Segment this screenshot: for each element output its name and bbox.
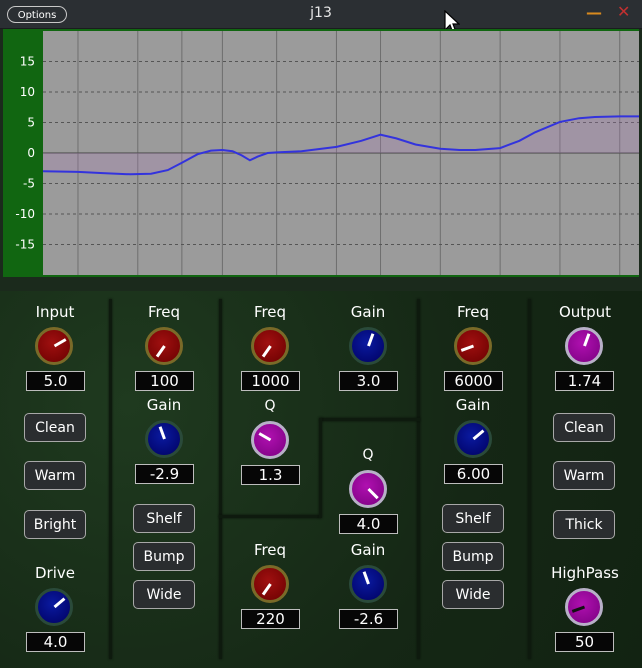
- low-gain-knob[interactable]: [145, 420, 183, 458]
- column-divider: [109, 299, 112, 659]
- clean-button[interactable]: Clean: [24, 413, 86, 442]
- notch-q-label: Q: [362, 447, 374, 463]
- eq-curve-chart[interactable]: 30601001603006001K2K4K8K16K151050-5-10-1…: [3, 29, 639, 277]
- output-clean-button[interactable]: Clean: [553, 413, 615, 442]
- output-knob[interactable]: [565, 327, 603, 365]
- column-divider: [417, 299, 420, 659]
- mid-freq-knob[interactable]: [251, 327, 289, 365]
- window-title: j13: [310, 5, 332, 21]
- high-gain-label: Gain: [455, 396, 491, 414]
- low-gain-value[interactable]: -2.9: [135, 464, 194, 484]
- column-divider: [528, 299, 531, 659]
- high-bump-button[interactable]: Bump: [442, 542, 504, 571]
- y-tick-label: 10: [20, 85, 35, 99]
- y-tick-label: -15: [15, 238, 35, 252]
- output-value[interactable]: 1.74: [555, 371, 614, 391]
- y-tick-label: 15: [20, 55, 35, 69]
- mid-freq-label: Freq: [253, 303, 287, 321]
- drive-label: Drive: [35, 564, 75, 582]
- notch-gain-value[interactable]: -2.6: [339, 609, 398, 629]
- close-icon[interactable]: ✕: [617, 2, 630, 21]
- section-divider: [219, 515, 320, 518]
- mid-q-label: Q: [264, 398, 276, 414]
- bright-button[interactable]: Bright: [24, 510, 86, 539]
- warm-button[interactable]: Warm: [24, 461, 86, 490]
- output-label: Output: [558, 303, 612, 321]
- input-knob[interactable]: [35, 327, 73, 365]
- highpass-knob[interactable]: [565, 588, 603, 626]
- mid-gain-value[interactable]: 3.0: [339, 371, 398, 391]
- mid-gain-label: Gain: [350, 303, 386, 321]
- thick-button[interactable]: Thick: [553, 510, 615, 539]
- notch-freq-label: Freq: [253, 541, 287, 559]
- low-gain-label: Gain: [146, 396, 182, 414]
- mid-freq-value[interactable]: 1000: [241, 371, 300, 391]
- column-divider: [219, 299, 222, 659]
- notch-gain-label: Gain: [350, 541, 386, 559]
- controls-panel: [0, 291, 642, 668]
- high-freq-knob[interactable]: [454, 327, 492, 365]
- low-wide-button[interactable]: Wide: [133, 580, 195, 609]
- drive-value[interactable]: 4.0: [26, 632, 85, 652]
- low-bump-button[interactable]: Bump: [133, 542, 195, 571]
- high-freq-value[interactable]: 6000: [444, 371, 503, 391]
- drive-knob[interactable]: [35, 588, 73, 626]
- notch-freq-value[interactable]: 220: [241, 609, 300, 629]
- mid-q-value[interactable]: 1.3: [241, 465, 300, 485]
- high-gain-value[interactable]: 6.00: [444, 464, 503, 484]
- input-value[interactable]: 5.0: [26, 371, 85, 391]
- notch-gain-knob[interactable]: [349, 565, 387, 603]
- y-tick-label: -5: [23, 177, 35, 191]
- input-label: Input: [35, 303, 75, 321]
- low-freq-knob[interactable]: [145, 327, 183, 365]
- y-tick-label: 0: [27, 146, 35, 160]
- minimize-icon[interactable]: —: [586, 3, 602, 22]
- high-shelf-button[interactable]: Shelf: [442, 504, 504, 533]
- notch-q-value[interactable]: 4.0: [339, 514, 398, 534]
- highpass-label: HighPass: [551, 564, 619, 582]
- y-tick-label: 5: [27, 116, 35, 130]
- mid-gain-knob[interactable]: [349, 327, 387, 365]
- notch-freq-knob[interactable]: [251, 565, 289, 603]
- high-wide-button[interactable]: Wide: [442, 580, 504, 609]
- low-freq-value[interactable]: 100: [135, 371, 194, 391]
- output-warm-button[interactable]: Warm: [553, 461, 615, 490]
- title-bar: Options j13 — ✕: [0, 0, 642, 34]
- high-gain-knob[interactable]: [454, 420, 492, 458]
- eq-frequency-graph[interactable]: 30601001603006001K2K4K8K16K151050-5-10-1…: [3, 29, 639, 277]
- low-shelf-button[interactable]: Shelf: [133, 504, 195, 533]
- high-freq-label: Freq: [456, 303, 490, 321]
- notch-q-knob[interactable]: [349, 470, 387, 508]
- mid-q-knob[interactable]: [251, 421, 289, 459]
- section-divider: [319, 418, 322, 518]
- section-divider: [320, 418, 420, 421]
- low-freq-label: Freq: [147, 303, 181, 321]
- y-tick-label: -10: [15, 207, 35, 221]
- highpass-value[interactable]: 50: [555, 632, 614, 652]
